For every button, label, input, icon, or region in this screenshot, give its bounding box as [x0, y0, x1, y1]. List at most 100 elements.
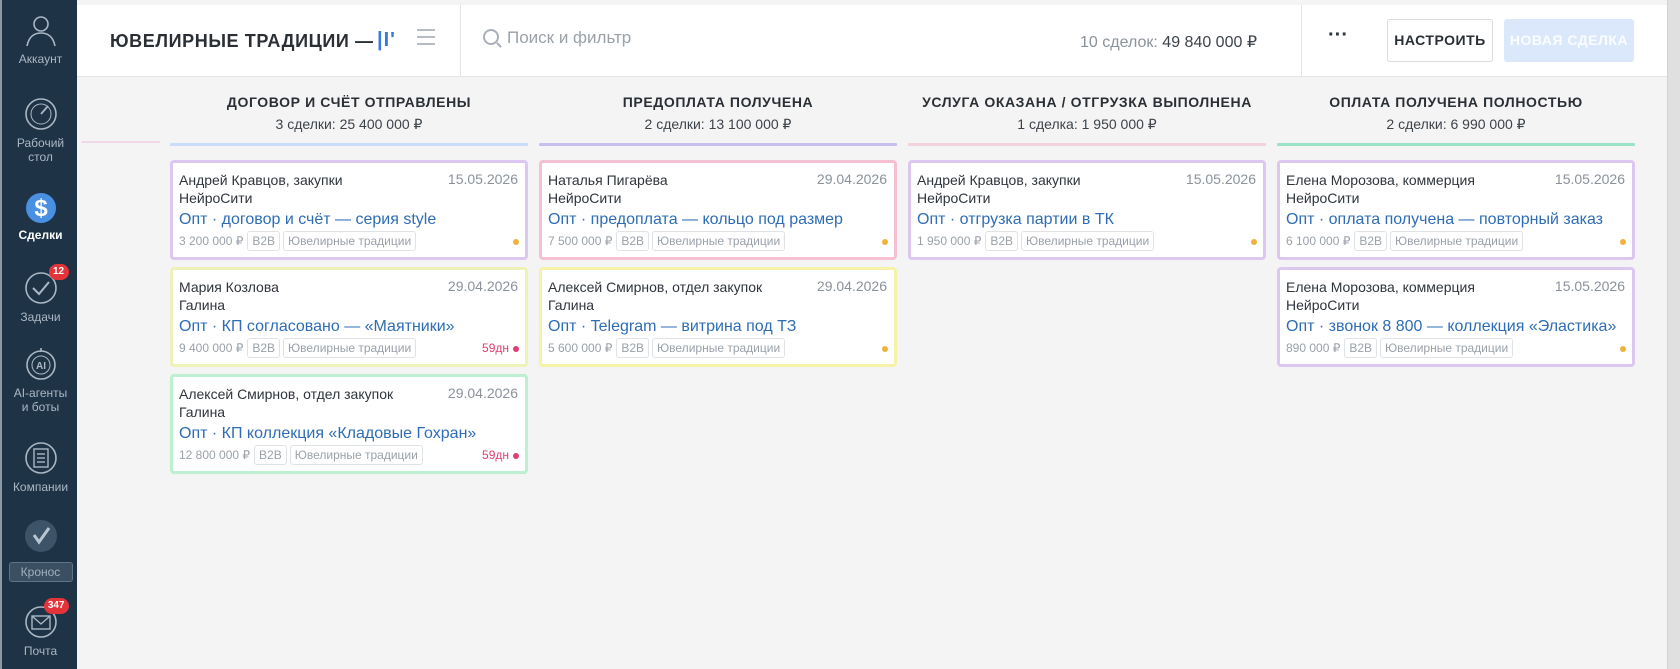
column-title: ДОГОВОР И СЧЁТ ОТПРАВЛЕНЫ	[226, 94, 472, 110]
sidebar-item-label: Задачи	[20, 310, 61, 324]
deal-date: 15.05.2026	[1185, 171, 1256, 187]
deal-title-link[interactable]: Опт · Telegram — витрина под ТЗ	[548, 317, 886, 337]
sidebar-item-companies[interactable]: Компании	[2, 440, 79, 494]
deal-title-link[interactable]: Опт · отгрузка партии в ТК	[917, 210, 1255, 230]
more-options-button[interactable]: ···	[1325, 25, 1351, 51]
deal-tag[interactable]: B2B	[247, 231, 281, 251]
deal-tag[interactable]: Ювелирные традиции	[1021, 231, 1155, 251]
sidebar-item-label: AI-агенты и боты	[13, 386, 68, 414]
deal-tag[interactable]: B2B	[1344, 338, 1378, 358]
deal-status-dot-icon	[1620, 239, 1626, 245]
sidebar-item-deals[interactable]: $ Сделки	[2, 188, 79, 242]
deal-tag[interactable]: Ювелирные традиции	[652, 338, 786, 358]
configure-button[interactable]: НАСТРОИТЬ	[1387, 19, 1493, 62]
new-deal-button[interactable]: НОВАЯ СДЕЛКА	[1504, 19, 1634, 62]
deal-status-dot-icon	[882, 346, 888, 352]
sidebar-item-ai-agents[interactable]: AI AI-агенты и боты	[2, 346, 79, 414]
deal-company[interactable]: НейроСити	[548, 189, 886, 207]
sidebar-item-mail[interactable]: 347 Почта	[2, 598, 79, 658]
user-icon	[23, 12, 59, 48]
list-view-icon[interactable]	[417, 29, 435, 47]
column-summary: 1 сделка: 1 950 000 ₽	[1017, 116, 1157, 132]
deal-company[interactable]: Галина	[179, 403, 517, 421]
deal-date: 29.04.2026	[447, 278, 518, 294]
sidebar-item-tasks[interactable]: 12 Задачи	[2, 264, 79, 324]
deal-company[interactable]: Галина	[179, 296, 517, 314]
deal-title-link[interactable]: Опт · договор и счёт — серия style	[179, 210, 517, 230]
mail-icon: 347	[23, 598, 69, 640]
deal-tag[interactable]: B2B	[1354, 231, 1388, 251]
deal-meta: 9 400 000 ₽ B2B Ювелирные традиции	[179, 338, 419, 358]
sidebar-item-label: Аккаунт	[18, 52, 63, 66]
deal-tag[interactable]: Ювелирные традиции	[1390, 231, 1524, 251]
deal-tag[interactable]: B2B	[616, 338, 650, 358]
search-input[interactable]	[507, 25, 1027, 51]
deal-tag[interactable]: Ювелирные традиции	[283, 338, 417, 358]
sidebar-item-dashboard[interactable]: Рабочий стол	[2, 96, 79, 164]
sidebar: Аккаунт Рабочий стол $ Сделки 12 Задачи …	[0, 0, 77, 669]
deal-company[interactable]: НейроСити	[917, 189, 1255, 207]
pipeline-column: ДОГОВОР И СЧЁТ ОТПРАВЛЕНЫ 3 сделки: 25 40…	[170, 78, 528, 474]
deal-meta: 890 000 ₽ B2B Ювелирные традиции	[1286, 338, 1516, 358]
sidebar-item-account[interactable]: Аккаунт	[2, 12, 79, 66]
deal-company[interactable]: Галина	[548, 296, 886, 314]
deal-date: 15.05.2026	[1554, 171, 1625, 187]
deal-title-link[interactable]: Опт · КП согласовано — «Маятники»	[179, 317, 517, 337]
deal-tag[interactable]: B2B	[247, 338, 281, 358]
deal-title-link[interactable]: Опт · предоплата — кольцо под размер	[548, 210, 886, 230]
pipeline-title[interactable]: ЮВЕЛИРНЫЕ ТРАДИЦИИ —	[110, 31, 374, 52]
column-summary: 2 сделки: 6 990 000 ₽	[1386, 116, 1526, 132]
deal-card[interactable]: Алексей Смирнов, отдел закупок Галина 29.0…	[539, 267, 897, 367]
deal-meta: 1 950 000 ₽ B2B Ювелирные традиции	[917, 231, 1157, 251]
column-summary: 2 сделки: 13 100 000 ₽	[644, 116, 792, 132]
deal-title-link[interactable]: Опт · оплата получена — повторный заказ	[1286, 210, 1624, 230]
column-title: УСЛУГА ОКАЗАНА / ОТГРУЗКА ВЫПОЛНЕНА	[922, 94, 1252, 110]
deal-amount: 1 950 000 ₽	[917, 234, 982, 248]
deal-card[interactable]: Андрей Кравцов, закупки НейроСити 15.05.20…	[908, 160, 1266, 260]
deal-tag[interactable]: Ювелирные традиции	[289, 445, 423, 465]
column-color-line	[908, 143, 1266, 146]
deal-amount: 12 800 000 ₽	[179, 448, 251, 462]
deals-summary-count: 10 сделок:	[1080, 34, 1158, 51]
toolbar-divider	[460, 5, 461, 77]
deal-tag[interactable]: B2B	[254, 445, 287, 465]
scrollbar-track[interactable]	[1667, 0, 1680, 669]
column-header[interactable]: ДОГОВОР И СЧЁТ ОТПРАВЛЕНЫ 3 сделки: 25 40…	[170, 94, 528, 146]
deal-card[interactable]: Алексей Смирнов, отдел закупок Галина 29.0…	[170, 374, 528, 474]
deal-tag[interactable]: B2B	[616, 231, 650, 251]
deal-meta: 7 500 000 ₽ B2B Ювелирные традиции	[548, 231, 788, 251]
deal-title-link[interactable]: Опт · звонок 8 800 — коллекция «Эластика…	[1286, 317, 1624, 337]
column-color-line	[170, 143, 528, 146]
column-header[interactable]: ПРЕДОПЛАТА ПОЛУЧЕНА 2 сделки: 13 100 000 …	[539, 94, 897, 146]
tasks-check-icon: 12	[23, 264, 69, 306]
column-header[interactable]: УСЛУГА ОКАЗАНА / ОТГРУЗКА ВЫПОЛНЕНА 1 сде…	[908, 94, 1266, 146]
deal-company[interactable]: НейроСити	[1286, 296, 1624, 314]
column-header[interactable]: ОПЛАТА ПОЛУЧЕНА ПОЛНОСТЬЮ 2 сделки: 6 990…	[1277, 94, 1635, 146]
sidebar-item-kronos[interactable]: Кронос	[2, 518, 79, 582]
kanban-view-icon[interactable]: |I'	[377, 29, 396, 52]
deal-overdue-days: 59дн	[482, 448, 509, 462]
deal-date: 29.04.2026	[816, 171, 887, 187]
deal-tag[interactable]: Ювелирные традиции	[1380, 338, 1514, 358]
deal-tag[interactable]: Ювелирные традиции	[283, 231, 417, 251]
deal-title-link[interactable]: Опт · КП коллекция «Кладовые Гохран»	[179, 424, 517, 444]
mail-badge: 347	[43, 598, 69, 614]
pipeline-column: ОПЛАТА ПОЛУЧЕНА ПОЛНОСТЬЮ 2 сделки: 6 990…	[1277, 78, 1635, 367]
deal-date: 29.04.2026	[447, 385, 518, 401]
deal-company[interactable]: НейроСити	[1286, 189, 1624, 207]
deal-tag[interactable]: Ювелирные традиции	[652, 231, 786, 251]
deal-card[interactable]: Наталья Пигарёва НейроСити 29.04.2026 Опт ·…	[539, 160, 897, 260]
deal-tag[interactable]: B2B	[985, 231, 1019, 251]
deals-dollar-icon: $	[23, 188, 59, 224]
deal-card[interactable]: Мария Козлова Галина 29.04.2026 Опт · КП со…	[170, 267, 528, 367]
column-title: ПРЕДОПЛАТА ПОЛУЧЕНА	[622, 94, 814, 110]
pipeline-column: ПРЕДОПЛАТА ПОЛУЧЕНА 2 сделки: 13 100 000 …	[539, 78, 897, 367]
deal-company[interactable]: НейроСити	[179, 189, 517, 207]
deal-meta: 12 800 000 ₽ B2B Ювелирные традиции	[179, 445, 426, 465]
deal-card[interactable]: Елена Морозова, коммерция НейроСити 15.05.…	[1277, 160, 1635, 260]
kronos-check-icon	[23, 518, 59, 554]
column-summary: 3 сделки: 25 400 000 ₽	[275, 116, 423, 132]
deal-amount: 5 600 000 ₽	[548, 341, 613, 355]
deal-card[interactable]: Елена Морозова, коммерция НейроСити 15.05.…	[1277, 267, 1635, 367]
deal-card[interactable]: Андрей Кравцов, закупки НейроСити 15.05.20…	[170, 160, 528, 260]
